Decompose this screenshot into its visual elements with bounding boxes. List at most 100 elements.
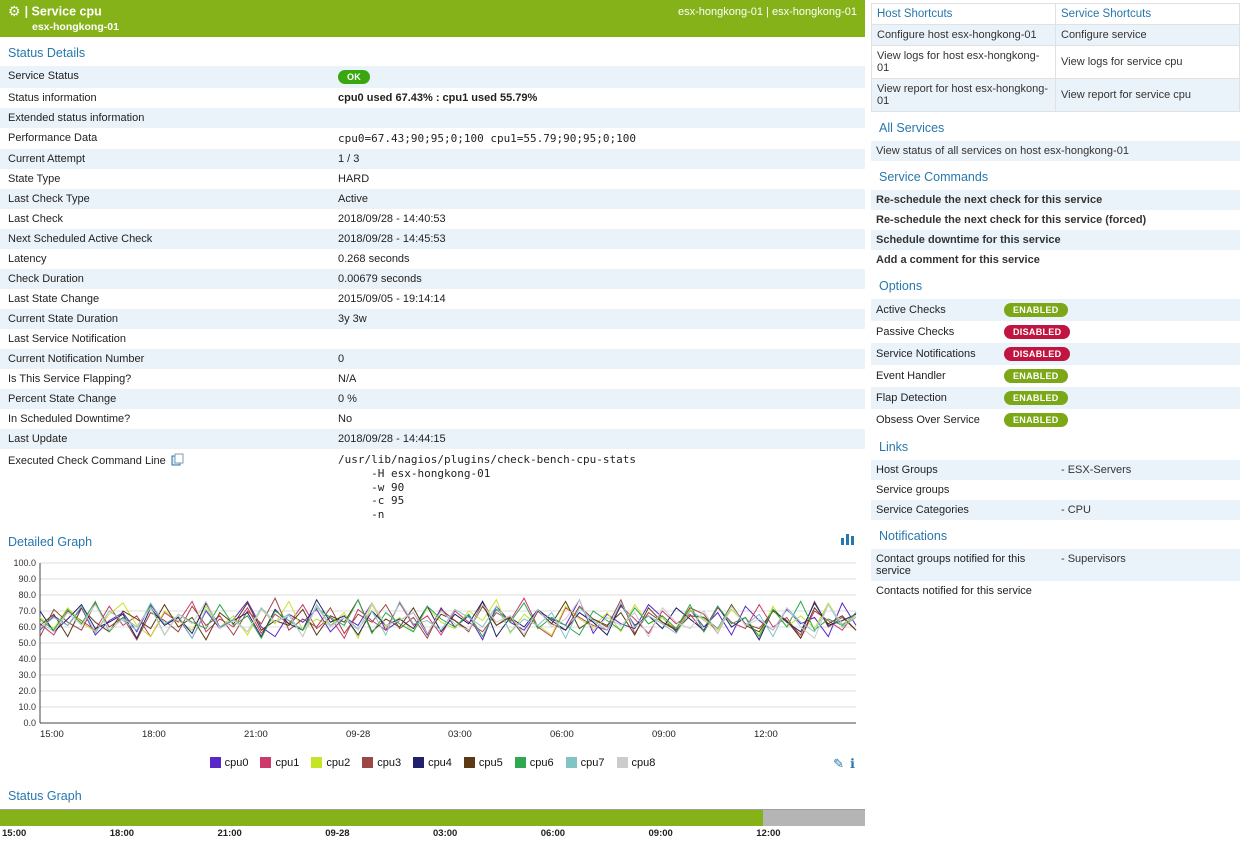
table-row: Extended status information: [0, 108, 865, 128]
passive-checks-badge[interactable]: DISABLED: [1004, 325, 1070, 339]
svg-text:10.0: 10.0: [18, 702, 36, 712]
event-handler-badge[interactable]: ENABLED: [1004, 369, 1068, 383]
link-service-logs[interactable]: View logs for service cpu: [1061, 56, 1234, 68]
svg-text:90.0: 90.0: [18, 574, 36, 584]
cmd-schedule-downtime[interactable]: Schedule downtime for this service: [876, 234, 1061, 246]
cmd-reschedule-forced[interactable]: Re-schedule the next check for this serv…: [876, 214, 1146, 226]
table-row: Host Shortcuts Service Shortcuts: [872, 4, 1240, 25]
status-graph-title: Status Graph: [0, 777, 865, 809]
svg-text:03:00: 03:00: [448, 729, 472, 740]
list-item: Flap Detection ENABLED: [871, 387, 1240, 409]
link-host-logs[interactable]: View logs for host esx-hongkong-01: [877, 50, 1050, 74]
service-categories-label: Service Categories: [876, 504, 1061, 516]
field-value: [330, 329, 865, 349]
field-value: 1 / 3: [330, 149, 865, 169]
timeline-label: 09-28: [325, 828, 349, 839]
contacts-notified-label: Contacts notified for this service: [876, 585, 1061, 597]
list-item: Re-schedule the next check for this serv…: [871, 190, 1240, 210]
table-row: View logs for host esx-hongkong-01 View …: [872, 46, 1240, 79]
service-notifications-badge[interactable]: DISABLED: [1004, 347, 1070, 361]
table-row: Performance Data cpu0=67.43;90;95;0;100 …: [0, 128, 865, 149]
options-group: Active Checks ENABLED Passive Checks DIS…: [871, 299, 1240, 431]
svg-text:12:00: 12:00: [754, 729, 778, 740]
bar-chart-icon[interactable]: [841, 532, 855, 548]
contact-groups-label: Contact groups notified for this service: [876, 553, 1061, 577]
svg-text:60.0: 60.0: [18, 622, 36, 632]
link-configure-host[interactable]: Configure host esx-hongkong-01: [877, 29, 1050, 41]
field-label: Extended status information: [0, 108, 330, 128]
table-row: Configure host esx-hongkong-01 Configure…: [872, 25, 1240, 46]
table-row: Service Status OK: [0, 66, 865, 88]
legend-label: cpu7: [581, 757, 605, 769]
header-host-name[interactable]: esx-hongkong-01: [32, 21, 857, 33]
cmd-reschedule[interactable]: Re-schedule the next check for this serv…: [876, 194, 1102, 206]
header-host-link-2[interactable]: esx-hongkong-01: [772, 6, 857, 18]
info-icon[interactable]: ℹ: [850, 756, 855, 771]
timeline-label: 15:00: [2, 828, 26, 839]
field-label: Percent State Change: [0, 389, 330, 409]
copy-command-icon[interactable]: [171, 453, 184, 469]
legend-item: cpu4: [413, 757, 452, 769]
legend-row: cpu0cpu1cpu2cpu3cpu4cpu5cpu6cpu7cpu8 ✎ℹ: [0, 756, 865, 777]
legend-swatch: [464, 757, 475, 768]
performance-data-value: cpu0=67.43;90;95;0;100 cpu1=55.79;90;95;…: [330, 128, 865, 149]
table-row: State Type HARD: [0, 169, 865, 189]
svg-text:30.0: 30.0: [18, 670, 36, 680]
table-row: Current Attempt 1 / 3: [0, 149, 865, 169]
page-title: | Service cpu: [25, 5, 102, 19]
status-badge: OK: [338, 70, 370, 84]
status-timeline-bar: [0, 809, 865, 826]
list-item: Service groups: [871, 480, 1240, 500]
flap-detection-badge[interactable]: ENABLED: [1004, 391, 1068, 405]
field-label: Executed Check Command Line: [0, 449, 330, 526]
option-label: Service Notifications: [876, 348, 1004, 360]
active-checks-badge[interactable]: ENABLED: [1004, 303, 1068, 317]
field-label: Last Update: [0, 429, 330, 449]
link-all-services[interactable]: View status of all services on host esx-…: [876, 145, 1129, 157]
command-line-value: /usr/lib/nagios/plugins/check-bench-cpu-…: [330, 449, 865, 526]
table-row: Check Duration 0.00679 seconds: [0, 269, 865, 289]
field-label: Check Duration: [0, 269, 330, 289]
timeline-label: 18:00: [110, 828, 134, 839]
service-shortcuts-header: Service Shortcuts: [1056, 4, 1240, 25]
field-label: Performance Data: [0, 128, 330, 149]
field-label: In Scheduled Downtime?: [0, 409, 330, 429]
service-groups-label: Service groups: [876, 484, 1061, 496]
obsess-over-service-badge[interactable]: ENABLED: [1004, 413, 1068, 427]
timeline-label: 12:00: [756, 828, 780, 839]
notifications-title: Notifications: [871, 520, 1240, 549]
legend-swatch: [362, 757, 373, 768]
status-details-table: Service Status OK Status information cpu…: [0, 66, 865, 526]
field-label: Last Check: [0, 209, 330, 229]
list-item: Service Categories - CPU: [871, 500, 1240, 520]
legend-item: cpu0: [210, 757, 249, 769]
command-line-label: Executed Check Command Line: [8, 455, 166, 467]
cmd-add-comment[interactable]: Add a comment for this service: [876, 254, 1040, 266]
service-categories-value[interactable]: - CPU: [1061, 504, 1091, 516]
field-value: OK: [330, 66, 865, 88]
field-label: Last Check Type: [0, 189, 330, 209]
edit-graph-icon[interactable]: ✎: [833, 756, 844, 771]
field-value: 2018/09/28 - 14:45:53: [330, 229, 865, 249]
svg-text:18:00: 18:00: [142, 729, 166, 740]
legend-label: cpu8: [632, 757, 656, 769]
legend-label: cpu6: [530, 757, 554, 769]
svg-text:40.0: 40.0: [18, 654, 36, 664]
host-groups-value[interactable]: - ESX-Servers: [1061, 464, 1131, 476]
settings-gear-icon[interactable]: ⚙: [8, 3, 21, 19]
legend-swatch: [515, 757, 526, 768]
host-groups-label: Host Groups: [876, 464, 1061, 476]
legend-swatch: [210, 757, 221, 768]
table-row: Current Notification Number 0: [0, 349, 865, 369]
link-host-report[interactable]: View report for host esx-hongkong-01: [877, 83, 1050, 107]
option-label: Flap Detection: [876, 392, 1004, 404]
link-configure-service[interactable]: Configure service: [1061, 29, 1234, 41]
field-value: 0.00679 seconds: [330, 269, 865, 289]
header-host-link-1[interactable]: esx-hongkong-01: [678, 6, 763, 18]
link-service-report[interactable]: View report for service cpu: [1061, 89, 1234, 101]
field-label: State Type: [0, 169, 330, 189]
field-value: 2018/09/28 - 14:40:53: [330, 209, 865, 229]
contact-groups-value[interactable]: - Supervisors: [1061, 553, 1126, 565]
option-label: Obsess Over Service: [876, 414, 1004, 426]
status-timeline-labels: 15:0018:0021:0009-2803:0006:0009:0012:00: [0, 828, 865, 844]
